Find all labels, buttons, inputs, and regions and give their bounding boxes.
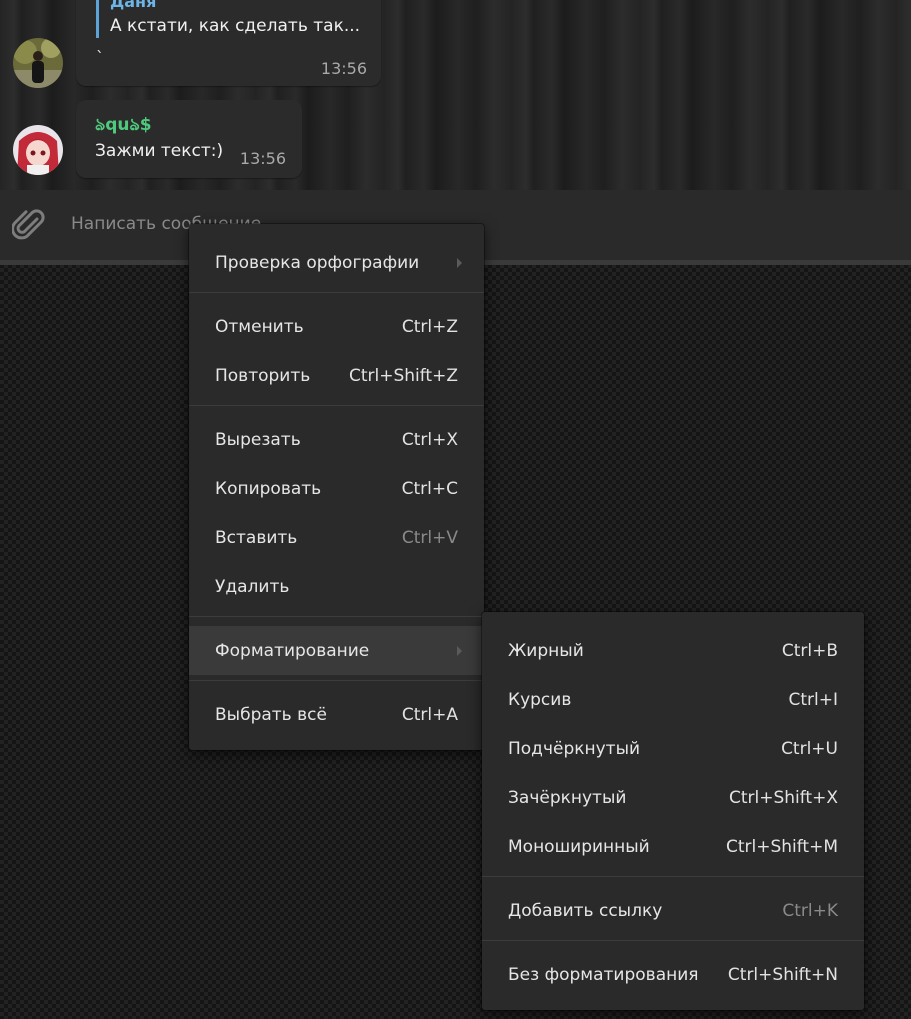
menu-separator bbox=[482, 940, 864, 941]
chevron-right-icon bbox=[457, 257, 462, 268]
menu-item-spellcheck[interactable]: Проверка орфографии bbox=[189, 238, 484, 287]
menu-item-label: Отменить bbox=[215, 316, 304, 337]
menu-item-label: Выбрать всё bbox=[215, 704, 327, 725]
message-time: 13:56 bbox=[320, 59, 367, 78]
menu-shortcut: Ctrl+Shift+X bbox=[728, 787, 838, 808]
sender-name[interactable]: ঌquঌ$ bbox=[95, 112, 152, 140]
chat-history: Даня А кстати, как сделать так... ` 13:5… bbox=[0, 0, 911, 190]
menu-shortcut: Ctrl+A bbox=[401, 704, 458, 725]
menu-item-label: Добавить ссылку bbox=[508, 900, 663, 921]
menu-item-label: Жирный bbox=[508, 640, 584, 661]
reply-preview[interactable]: А кстати, как сделать так... bbox=[110, 16, 360, 36]
menu-shortcut: Ctrl+B bbox=[781, 640, 838, 661]
paperclip-icon[interactable] bbox=[11, 207, 46, 243]
user-avatar-sender[interactable] bbox=[13, 125, 63, 175]
menu-shortcut: Ctrl+Shift+N bbox=[727, 964, 838, 985]
menu-shortcut: Ctrl+V bbox=[401, 527, 458, 548]
reply-accent-bar bbox=[96, 0, 99, 38]
menu-item-label: Повторить bbox=[215, 365, 311, 386]
menu-item-label: Зачёркнутый bbox=[508, 787, 627, 808]
menu-shortcut: Ctrl+X bbox=[401, 429, 458, 450]
menu-item-label: Вставить bbox=[215, 527, 298, 548]
menu-item-strikethrough[interactable]: Зачёркнутый Ctrl+Shift+X bbox=[482, 773, 864, 822]
menu-item-label: Вырезать bbox=[215, 429, 301, 450]
message-bubble[interactable]: Даня А кстати, как сделать так... ` 13:5… bbox=[76, 0, 381, 86]
menu-item-monospace[interactable]: Моноширинный Ctrl+Shift+M bbox=[482, 822, 864, 871]
menu-item-underline[interactable]: Подчёркнутый Ctrl+U bbox=[482, 724, 864, 773]
menu-shortcut: Ctrl+C bbox=[401, 478, 458, 499]
menu-item-cut[interactable]: Вырезать Ctrl+X bbox=[189, 415, 484, 464]
menu-item-italic[interactable]: Курсив Ctrl+I bbox=[482, 675, 864, 724]
chevron-right-icon bbox=[457, 645, 462, 656]
menu-item-label: Проверка орфографии bbox=[215, 252, 420, 273]
menu-shortcut: Ctrl+K bbox=[782, 900, 838, 921]
menu-item-copy[interactable]: Копировать Ctrl+C bbox=[189, 464, 484, 513]
menu-separator bbox=[482, 876, 864, 877]
message-text: Зажми текст:) bbox=[95, 141, 224, 161]
menu-item-add-link[interactable]: Добавить ссылку Ctrl+K bbox=[482, 886, 864, 935]
message-bubble[interactable]: ঌquঌ$ Зажми текст:) 13:56 bbox=[76, 100, 302, 178]
menu-separator bbox=[189, 292, 484, 293]
menu-item-label: Форматирование bbox=[215, 640, 370, 661]
menu-item-bold[interactable]: Жирный Ctrl+B bbox=[482, 626, 864, 675]
menu-shortcut: Ctrl+Shift+Z bbox=[348, 365, 458, 386]
menu-shortcut: Ctrl+U bbox=[781, 738, 838, 759]
menu-shortcut: Ctrl+Shift+M bbox=[725, 836, 838, 857]
menu-item-label: Без форматирования bbox=[508, 964, 699, 985]
reply-author[interactable]: Даня bbox=[110, 0, 156, 11]
menu-item-delete[interactable]: Удалить bbox=[189, 562, 484, 611]
message-text: ` bbox=[96, 48, 104, 67]
menu-item-redo[interactable]: Повторить Ctrl+Shift+Z bbox=[189, 351, 484, 400]
menu-item-label: Моноширинный bbox=[508, 836, 650, 857]
menu-item-paste[interactable]: Вставить Ctrl+V bbox=[189, 513, 484, 562]
message-time: 13:56 bbox=[239, 149, 286, 168]
menu-item-label: Курсив bbox=[508, 689, 572, 710]
menu-item-clear-formatting[interactable]: Без форматирования Ctrl+Shift+N bbox=[482, 950, 864, 999]
menu-separator bbox=[189, 680, 484, 681]
context-menu: Проверка орфографии Отменить Ctrl+Z Повт… bbox=[189, 224, 484, 750]
menu-item-undo[interactable]: Отменить Ctrl+Z bbox=[189, 302, 484, 351]
menu-item-select-all[interactable]: Выбрать всё Ctrl+A bbox=[189, 690, 484, 739]
menu-item-label: Удалить bbox=[215, 576, 290, 597]
formatting-submenu: Жирный Ctrl+B Курсив Ctrl+I Подчёркнутый… bbox=[482, 612, 864, 1010]
menu-shortcut: Ctrl+I bbox=[788, 689, 838, 710]
menu-separator bbox=[189, 616, 484, 617]
menu-item-formatting[interactable]: Форматирование bbox=[189, 626, 484, 675]
menu-shortcut: Ctrl+Z bbox=[401, 316, 458, 337]
user-avatar-danya[interactable] bbox=[13, 38, 63, 88]
menu-separator bbox=[189, 405, 484, 406]
menu-item-label: Копировать bbox=[215, 478, 322, 499]
menu-item-label: Подчёркнутый bbox=[508, 738, 641, 759]
